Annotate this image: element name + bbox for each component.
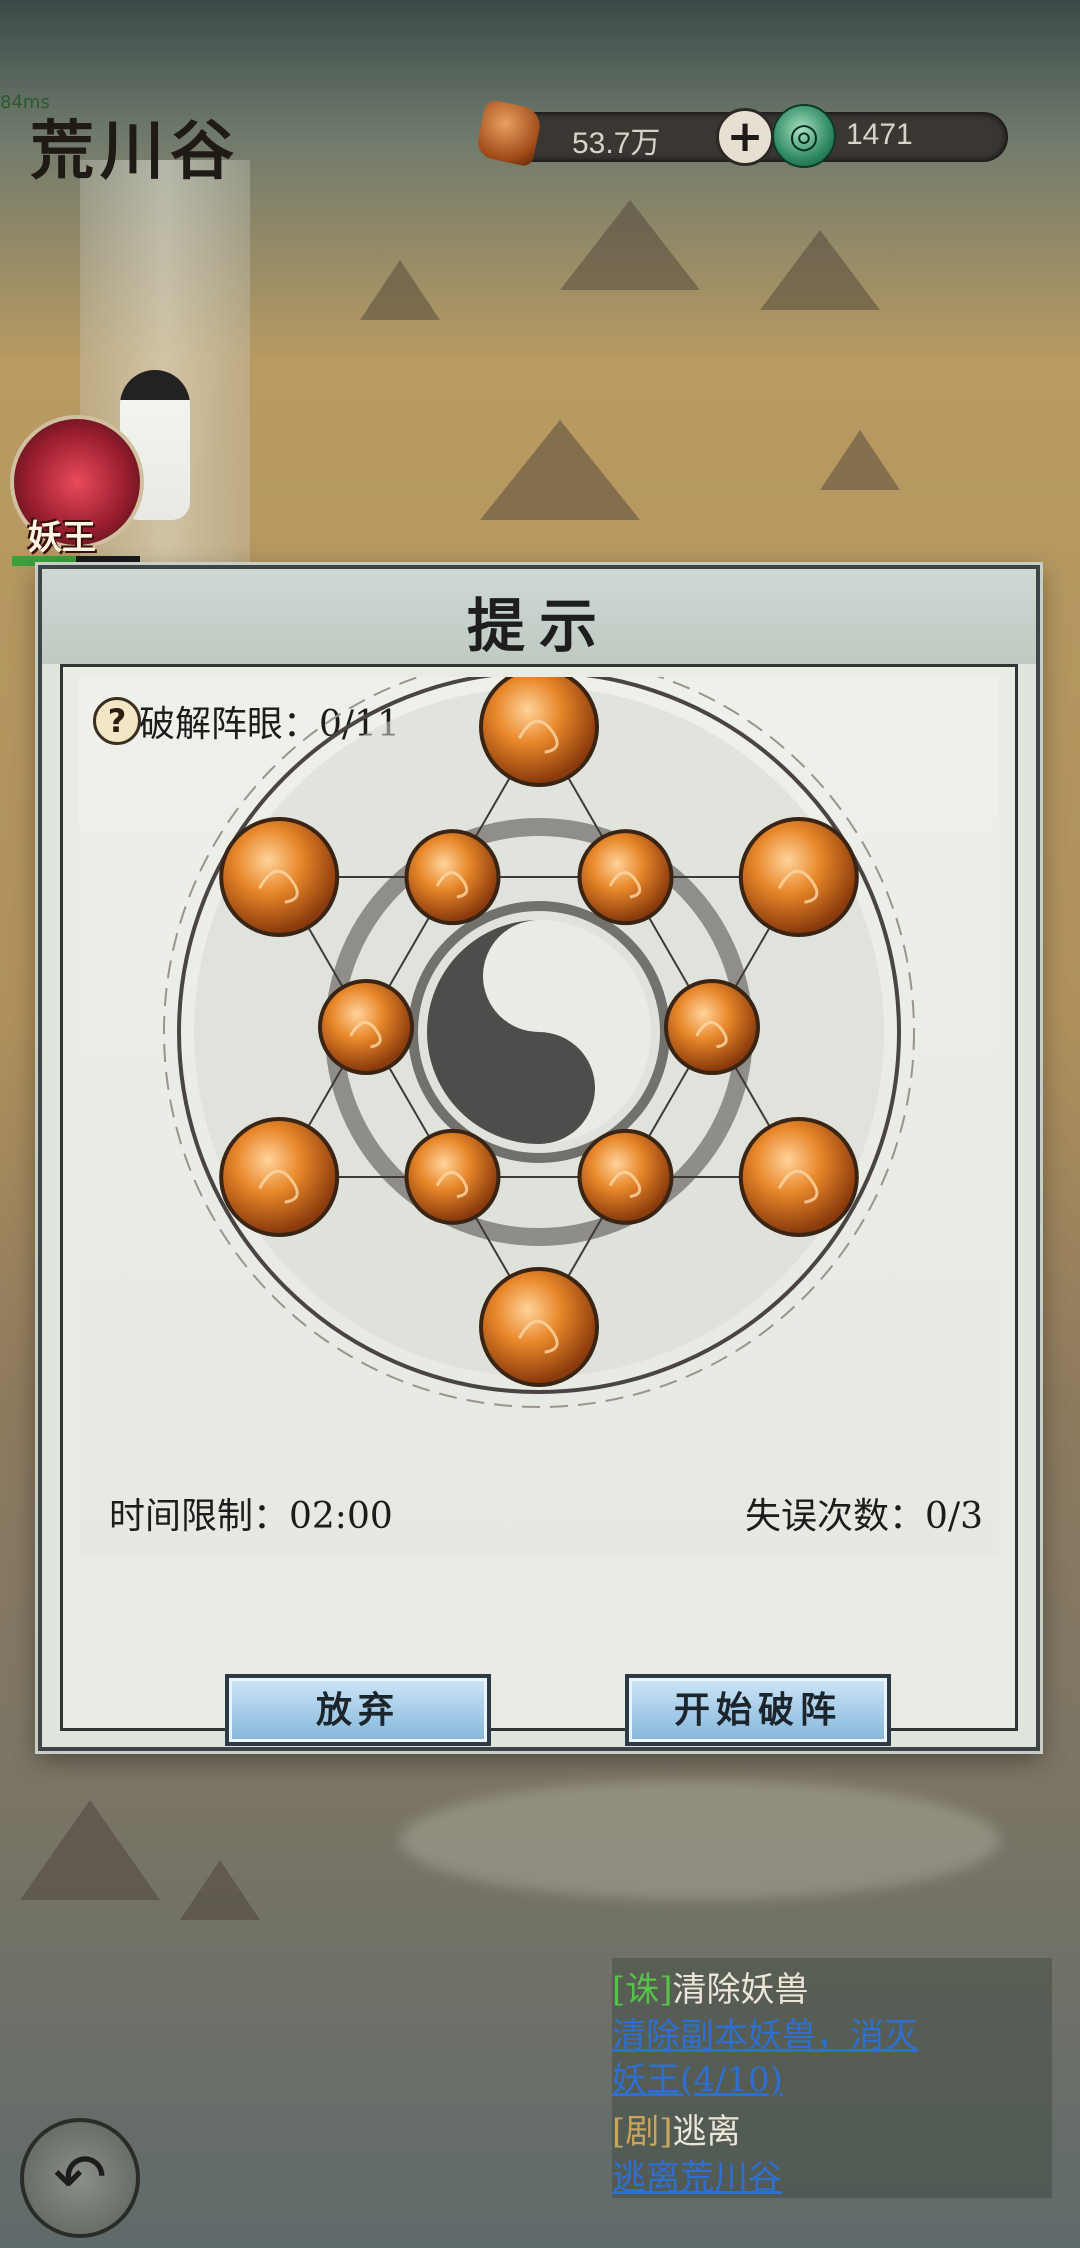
background-mountain [480, 420, 640, 520]
dialog-body: ? 破解阵眼：0/11 时间限制：02:00 失误次数：0/3 放弃 开始破阵 [60, 664, 1018, 1746]
orb-core [408, 833, 497, 922]
jade-icon: ◎ [772, 104, 836, 168]
formation-eye-inner-bottom-left[interactable] [404, 1128, 501, 1225]
quest-name: 清除妖兽 [672, 1970, 809, 2010]
orb-core [483, 1271, 595, 1383]
quest-tag: [剧] [612, 2112, 673, 2152]
area-title: 荒川谷 [30, 114, 240, 189]
background-mountain [760, 230, 880, 310]
quest-link[interactable]: 妖王(4/10) [612, 2052, 783, 2101]
background-mountain [560, 200, 700, 290]
jade-value: 1471 [846, 118, 913, 151]
hint-dialog: 提示 ? 破解阵眼：0/11 时间限制：02:00 失误次数：0/3 放弃 开始… [38, 565, 1040, 1751]
mistake-count-text: 失误次数：0/3 [745, 1496, 983, 1537]
formation-eye-upper-left[interactable] [219, 817, 340, 937]
formation-eye-lower-right[interactable] [738, 1117, 859, 1237]
formation-eye-inner-top-right[interactable] [577, 829, 674, 926]
orb-core [223, 1121, 336, 1233]
formation-eye-lower-left[interactable] [219, 1117, 340, 1237]
orb-core [668, 983, 756, 1071]
ore-value: 53.7万 [572, 127, 661, 160]
formation-eye-bottom[interactable] [479, 1267, 599, 1387]
orb-core [742, 821, 855, 933]
formation-eye-inner-bottom-right[interactable] [577, 1128, 674, 1225]
add-resource-button[interactable]: + [716, 108, 774, 166]
orb-core [581, 1132, 670, 1221]
quest-link[interactable]: 清除副本妖兽，消灭 [612, 2008, 918, 2057]
formation-diagram [163, 677, 915, 1408]
puzzle-board: ? 破解阵眼：0/11 时间限制：02:00 失误次数：0/3 [79, 677, 999, 1557]
formation-eye-inner-left[interactable] [318, 979, 414, 1075]
formation-eye-upper-right[interactable] [738, 817, 859, 937]
orb-core [408, 1132, 497, 1221]
start-break-formation-button[interactable]: 开始破阵 [625, 1674, 891, 1746]
back-button[interactable]: ↶ [20, 2118, 140, 2238]
abandon-button[interactable]: 放弃 [225, 1674, 491, 1746]
ore-icon [474, 98, 544, 168]
orb-core [223, 821, 336, 933]
orb-core [581, 833, 670, 922]
orb-core [742, 1121, 855, 1233]
time-limit-text: 时间限制：02:00 [109, 1496, 393, 1537]
background-mountain [820, 430, 900, 490]
formation-eye-inner-top-left[interactable] [404, 829, 501, 926]
dialog-title: 提示 [466, 592, 611, 660]
background-mountain [20, 1800, 160, 1900]
taiji-dot [521, 1070, 557, 1106]
taiji-dot [521, 958, 557, 994]
quest-panel: [诛]清除妖兽 清除副本妖兽，消灭 妖王(4/10) [剧]逃离 逃离荒川谷 [612, 1958, 1052, 2198]
formation-eye-inner-right[interactable] [664, 979, 760, 1075]
background-mountain [180, 1860, 260, 1920]
quest-item[interactable]: [诛]清除妖兽 [612, 1962, 809, 2011]
quest-name: 逃离 [672, 2112, 741, 2152]
background-fog [400, 1780, 1000, 1900]
background-mountain [360, 260, 440, 320]
quest-link[interactable]: 逃离荒川谷 [612, 2150, 782, 2199]
quest-tag: [诛] [612, 1970, 673, 2010]
quest-item[interactable]: [剧]逃离 [612, 2104, 741, 2153]
orb-core [322, 983, 410, 1071]
boss-label: 妖王 [28, 518, 96, 558]
